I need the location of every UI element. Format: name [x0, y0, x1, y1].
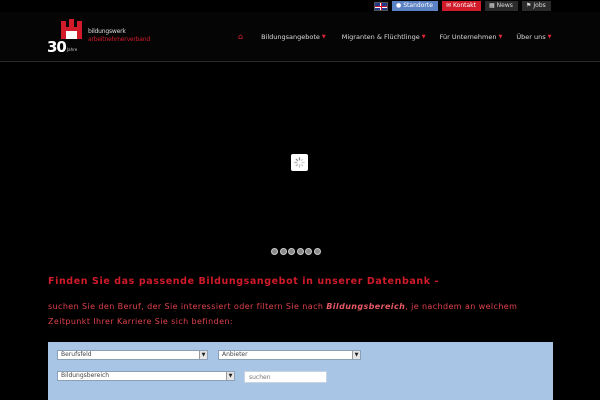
hero-slider [0, 62, 600, 265]
chevron-down-icon: ▼ [421, 33, 426, 40]
search-input[interactable] [244, 371, 327, 383]
envelope-icon: ✉ [446, 2, 452, 9]
berufsfeld-select[interactable]: Berufsfeld ▼ [57, 350, 208, 360]
nav-label: Für Unternehmen [439, 32, 497, 41]
intro-emphasis-link[interactable]: Bildungsbereich [326, 302, 405, 311]
nav-label: Bildungsangebote [261, 32, 320, 41]
top-utility-bar: ● Standorte ✉ Kontakt ▦ News ⚑ Jobs [374, 0, 600, 12]
slider-pagination [271, 248, 321, 255]
bildungsbereich-value: Bildungsbereich [61, 372, 110, 379]
dropdown-arrow-icon: ▼ [226, 372, 234, 380]
logo-line-2: arbeitnehmerverband [88, 36, 150, 43]
kontakt-label: Kontakt [453, 2, 476, 9]
news-button[interactable]: ▦ News [485, 1, 518, 11]
dropdown-arrow-icon: ▼ [352, 351, 360, 359]
course-search-panel: Berufsfeld ▼ Anbieter ▼ Bildungsbereich … [48, 342, 553, 400]
nav-label: Migranten & Flüchtlinge [341, 32, 420, 41]
dropdown-arrow-icon: ▼ [199, 351, 207, 359]
logo-years: Jahre [67, 47, 78, 52]
news-label: News [496, 2, 513, 9]
slider-dot[interactable] [271, 248, 278, 255]
kontakt-button[interactable]: ✉ Kontakt [442, 1, 481, 11]
standorte-label: Standorte [403, 2, 433, 9]
news-icon: ▦ [489, 2, 495, 9]
logo-line-1: bildungswerk [88, 28, 126, 35]
anbieter-select[interactable]: Anbieter ▼ [218, 350, 361, 360]
jobs-label: Jobs [533, 2, 546, 9]
search-headline: Finden Sie das passende Bildungsangebot … [48, 276, 440, 287]
uk-flag-icon[interactable] [374, 1, 388, 11]
slider-dot[interactable] [288, 248, 295, 255]
slider-dot[interactable] [279, 248, 287, 255]
flag-icon: ⚑ [526, 2, 532, 9]
slider-dot[interactable] [305, 248, 312, 255]
location-pin-icon: ● [396, 2, 402, 9]
slider-dot[interactable] [313, 248, 321, 255]
bildungsbereich-select[interactable]: Bildungsbereich ▼ [57, 371, 235, 381]
chevron-down-icon: ▼ [498, 33, 503, 40]
nav-item-unternehmen[interactable]: Für Unternehmen ▼ [440, 33, 503, 41]
loading-spinner-icon [291, 154, 308, 171]
chevron-down-icon: ▼ [547, 33, 552, 40]
slider-dot[interactable] [296, 248, 304, 255]
main-nav: ⌂ Bildungsangebote ▼ Migranten & Flüchtl… [238, 32, 551, 41]
chevron-down-icon: ▼ [321, 33, 326, 40]
site-header: 30 Jahre bildungswerk arbeitnehmerverban… [0, 12, 600, 62]
intro-text-part-1: suchen Sie den Beruf, der Sie interessie… [48, 302, 327, 311]
jobs-button[interactable]: ⚑ Jobs [522, 1, 551, 11]
nav-label: Über uns [516, 32, 546, 41]
logo-anniversary: 30 [47, 38, 67, 56]
home-icon[interactable]: ⌂ [238, 32, 243, 41]
berufsfeld-value: Berufsfeld [61, 351, 92, 358]
nav-item-migranten[interactable]: Migranten & Flüchtlinge ▼ [342, 33, 426, 41]
anbieter-value: Anbieter [222, 351, 248, 358]
logo-mark-icon [61, 19, 82, 39]
standorte-button[interactable]: ● Standorte [392, 1, 438, 11]
search-intro-text: suchen Sie den Beruf, der Sie interessie… [48, 299, 558, 329]
nav-item-bildungsangebote[interactable]: Bildungsangebote ▼ [261, 33, 326, 41]
nav-item-ueber-uns[interactable]: Über uns ▼ [516, 33, 551, 41]
site-logo[interactable]: 30 Jahre bildungswerk arbeitnehmerverban… [47, 18, 159, 58]
